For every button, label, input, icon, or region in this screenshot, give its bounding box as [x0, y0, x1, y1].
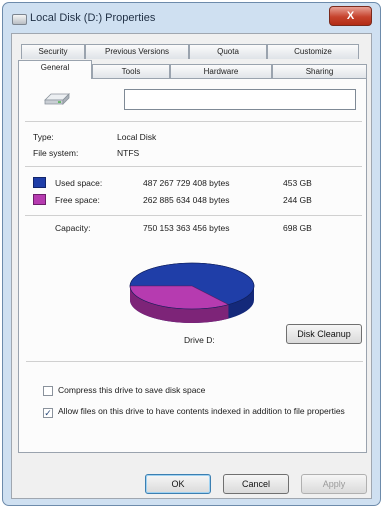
free-space-bytes: 262 885 634 048 bytes [143, 195, 230, 205]
window-title: Local Disk (D:) Properties [30, 12, 156, 24]
file-system-value: NTFS [117, 148, 140, 158]
dialog-body: Security Previous Versions Quota Customi… [11, 33, 372, 499]
properties-window: Local Disk (D:) Properties X Security Pr… [2, 2, 381, 506]
divider [25, 215, 362, 216]
file-system-label: File system: [33, 148, 79, 158]
drive-icon [12, 14, 27, 25]
close-button[interactable]: X [329, 6, 372, 26]
apply-button[interactable]: Apply [301, 474, 367, 494]
tab-tools[interactable]: Tools [92, 64, 170, 79]
ok-button[interactable]: OK [145, 474, 211, 494]
type-label: Type: [33, 132, 54, 142]
index-checkbox[interactable]: ✓ [43, 408, 53, 418]
close-icon: X [346, 10, 355, 22]
cancel-button[interactable]: Cancel [223, 474, 289, 494]
compress-checkbox-label: Compress this drive to save disk space [58, 385, 206, 395]
tab-general[interactable]: General [18, 60, 92, 79]
capacity-bytes: 750 153 363 456 bytes [143, 223, 230, 233]
divider [25, 121, 362, 122]
disk-cleanup-button[interactable]: Disk Cleanup [286, 324, 362, 344]
divider [25, 166, 362, 167]
used-space-label: Used space: [55, 178, 103, 188]
free-space-gb: 244 GB [283, 195, 312, 205]
tab-previous-versions[interactable]: Previous Versions [85, 44, 189, 59]
tab-sharing[interactable]: Sharing [272, 64, 367, 79]
volume-name-input[interactable] [124, 89, 356, 110]
used-space-swatch [33, 177, 46, 188]
disk-usage-pie-chart [129, 262, 255, 323]
checkmark-icon: ✓ [44, 408, 52, 418]
used-space-gb: 453 GB [283, 178, 312, 188]
tab-quota[interactable]: Quota [189, 44, 267, 59]
divider [26, 361, 363, 362]
title-bar[interactable]: Local Disk (D:) Properties X [3, 3, 380, 33]
capacity-label: Capacity: [55, 223, 91, 233]
tab-customize[interactable]: Customize [267, 44, 359, 59]
hard-drive-icon [44, 93, 70, 105]
drive-label: Drive D: [184, 335, 215, 345]
used-space-bytes: 487 267 729 408 bytes [143, 178, 230, 188]
type-value: Local Disk [117, 132, 157, 142]
tab-hardware[interactable]: Hardware [170, 64, 272, 79]
free-space-label: Free space: [55, 195, 100, 205]
free-space-swatch [33, 194, 46, 205]
capacity-gb: 698 GB [283, 223, 312, 233]
compress-checkbox[interactable] [43, 386, 53, 396]
index-checkbox-label: Allow files on this drive to have conten… [58, 406, 345, 416]
tab-security[interactable]: Security [21, 44, 85, 59]
